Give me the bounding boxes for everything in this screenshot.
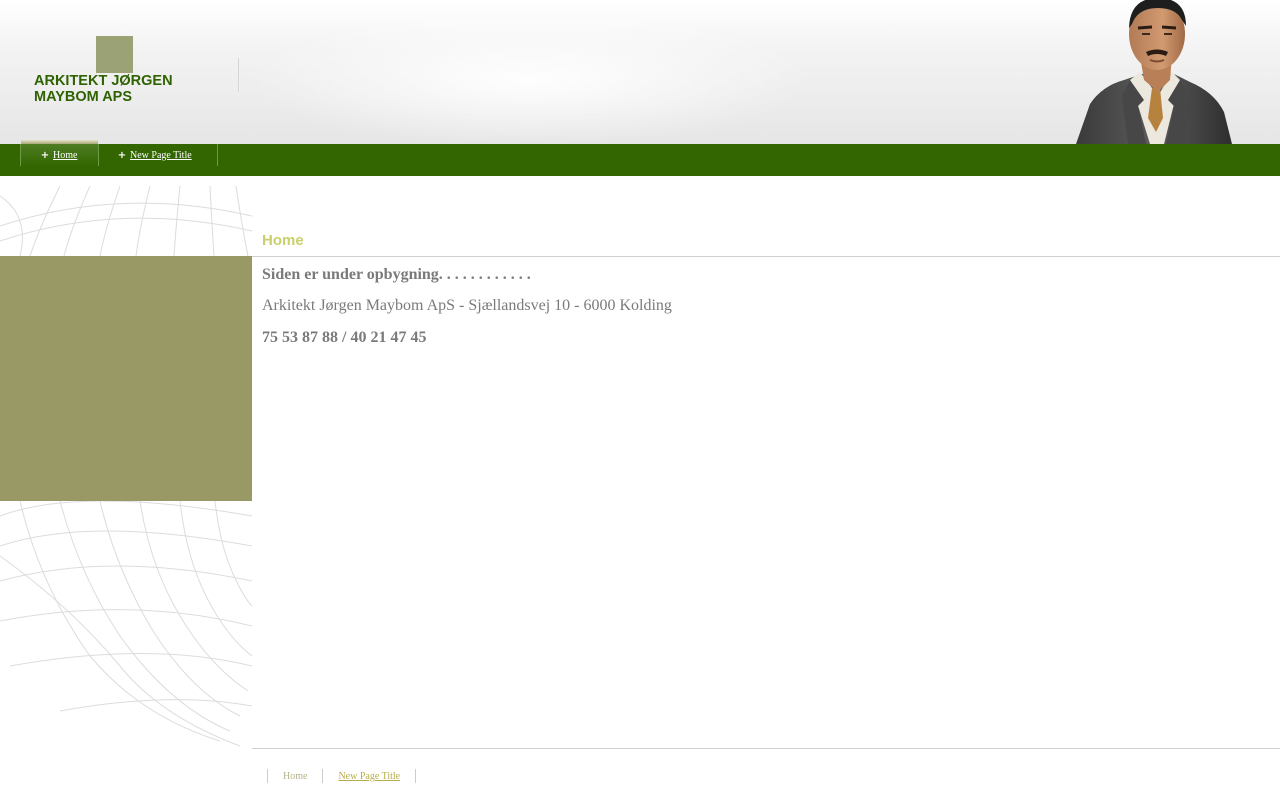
- plus-icon: +: [40, 149, 50, 161]
- nav-item-new-page-title[interactable]: + New Page Title: [98, 144, 218, 166]
- page-title: Home: [262, 232, 304, 249]
- header-banner: ARKITEKT JØRGEN MAYBOM APS: [0, 0, 1280, 144]
- footer-link-new-page-title[interactable]: New Page Title: [322, 769, 417, 783]
- status-text: Siden er under opbygning. . . . . . . . …: [262, 266, 531, 283]
- phone-text: 75 53 87 88 / 40 21 47 45: [262, 329, 427, 346]
- footer-divider: [252, 748, 1280, 749]
- header-divider: [238, 58, 240, 92]
- nav-link-new-page-title[interactable]: New Page Title: [130, 150, 192, 161]
- sidebar-panel: [0, 256, 252, 501]
- header-glow: [260, 0, 860, 144]
- businessman-portrait: [1076, 0, 1232, 144]
- footer-nav: Home New Page Title: [267, 769, 417, 783]
- site-title: ARKITEKT JØRGEN MAYBOM APS: [34, 73, 173, 105]
- divider: [252, 256, 1280, 257]
- square-logo-icon: [96, 36, 133, 73]
- plus-icon: +: [117, 149, 127, 161]
- nav-link-home[interactable]: Home: [53, 150, 77, 161]
- footer-link-home[interactable]: Home: [267, 769, 322, 783]
- nav-item-home[interactable]: + Home: [20, 144, 99, 166]
- address-text: Arkitekt Jørgen Maybom ApS - Sjællandsve…: [262, 297, 672, 314]
